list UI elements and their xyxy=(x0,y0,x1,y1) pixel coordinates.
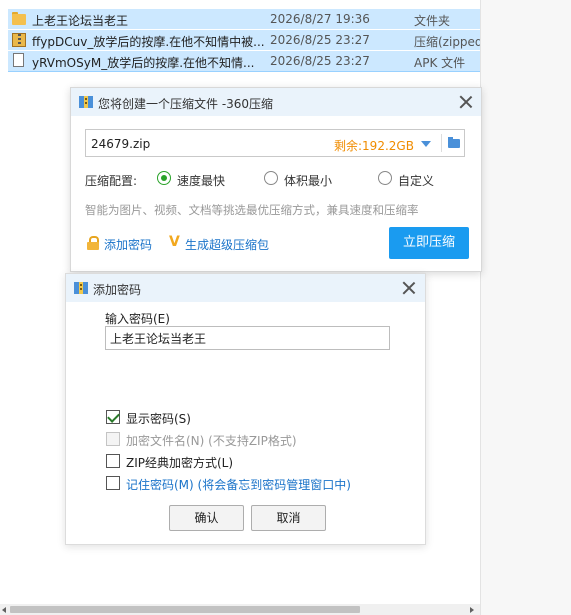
encrypt-filenames-label: 加密文件名(N) (不支持ZIP格式) xyxy=(126,434,297,448)
show-password-checkbox[interactable] xyxy=(106,410,120,424)
cancel-button[interactable]: 取消 xyxy=(251,505,326,531)
file-date: 2026/8/25 23:27 xyxy=(270,33,370,47)
file-name: ffypDCuv_放学后的按摩.在他不知情中被... xyxy=(32,35,265,49)
radio-smallest-label[interactable]: 体积最小 xyxy=(284,172,332,189)
add-password-dialog: 添加密码 输入密码(E) 上老王论坛当老王 显示密码(S) 加密文件名(N) (… xyxy=(65,273,426,545)
super-archive-link[interactable]: 生成超级压缩包 xyxy=(185,236,269,253)
vip-icon[interactable]: V xyxy=(169,234,180,250)
zip-classic-checkbox[interactable] xyxy=(106,454,120,468)
lock-icon[interactable] xyxy=(87,236,99,250)
right-panel-background xyxy=(480,0,571,615)
close-icon[interactable] xyxy=(459,95,473,109)
archive-app-icon xyxy=(79,95,93,109)
password-input-label: 输入密码(E) xyxy=(105,312,170,326)
chevron-down-icon[interactable] xyxy=(421,141,431,147)
file-name: yRVmOSyM_放学后的按摩.在他不知情... xyxy=(32,56,255,70)
encrypt-filenames-checkbox xyxy=(106,432,120,446)
password-dialog-title: 添加密码 xyxy=(93,283,142,297)
free-space-label: 剩余:192.2GB xyxy=(334,139,414,153)
compress-dialog: 您将创建一个压缩文件 -360压缩 24679.zip 剩余:192.2GB 压… xyxy=(70,87,482,272)
password-dialog-titlebar[interactable]: 添加密码 xyxy=(66,274,425,302)
file-type: 文件夹 xyxy=(414,14,451,28)
show-password-label[interactable]: 显示密码(S) xyxy=(126,410,191,427)
password-field[interactable]: 上老王论坛当老王 xyxy=(105,326,390,350)
file-name: 上老王论坛当老王 xyxy=(32,14,129,28)
confirm-button[interactable]: 确认 xyxy=(169,505,244,531)
radio-fastest-label[interactable]: 速度最快 xyxy=(177,172,225,189)
radio-custom[interactable] xyxy=(378,171,392,185)
file-type: 压缩(zipped xyxy=(414,35,480,49)
file-date: 2026/8/27 19:36 xyxy=(270,12,370,26)
add-password-link[interactable]: 添加密码 xyxy=(104,236,152,253)
file-row-apk[interactable]: yRVmOSyM_放学后的按摩.在他不知情... 2026/8/25 23:27… xyxy=(8,51,480,72)
compress-now-button[interactable]: 立即压缩 xyxy=(389,227,469,259)
file-type: APK 文件 xyxy=(414,56,466,70)
browse-folder-icon[interactable] xyxy=(448,137,460,148)
folder-icon xyxy=(12,11,26,26)
archive-app-icon xyxy=(74,281,88,295)
compress-dialog-title: 您将创建一个压缩文件 -360压缩 xyxy=(98,97,274,111)
remember-password-label[interactable]: 记住密码(M) (将会备忘到密码管理窗口中) xyxy=(126,476,351,493)
file-row-zip[interactable]: ffypDCuv_放学后的按摩.在他不知情中被... 2026/8/25 23:… xyxy=(8,30,480,50)
zip-file-icon xyxy=(12,32,26,47)
scroll-left-icon[interactable] xyxy=(2,607,6,613)
scroll-right-icon[interactable] xyxy=(470,607,474,613)
file-row-folder[interactable]: 上老王论坛当老王 2026/8/27 19:36 文件夹 xyxy=(8,9,480,29)
zip-classic-label[interactable]: ZIP经典加密方式(L) xyxy=(126,454,233,471)
radio-custom-label[interactable]: 自定义 xyxy=(398,172,434,189)
remember-password-checkbox[interactable] xyxy=(106,476,120,490)
compress-dialog-titlebar[interactable]: 您将创建一个压缩文件 -360压缩 xyxy=(71,88,481,116)
close-icon[interactable] xyxy=(402,281,416,295)
compression-hint: 智能为图片、视频、文档等挑选最优压缩方式，兼具速度和压缩率 xyxy=(85,203,419,217)
radio-smallest[interactable] xyxy=(264,171,278,185)
scrollbar-thumb[interactable] xyxy=(10,606,360,613)
archive-path-value[interactable]: 24679.zip xyxy=(91,137,150,151)
divider xyxy=(441,134,442,152)
archive-path-field[interactable]: 24679.zip 剩余:192.2GB xyxy=(85,129,465,157)
compress-config-label: 压缩配置: xyxy=(85,174,138,188)
file-date: 2026/8/25 23:27 xyxy=(270,54,370,68)
radio-fastest[interactable] xyxy=(157,171,171,185)
horizontal-scrollbar[interactable] xyxy=(0,604,480,615)
apk-file-icon xyxy=(12,53,26,68)
